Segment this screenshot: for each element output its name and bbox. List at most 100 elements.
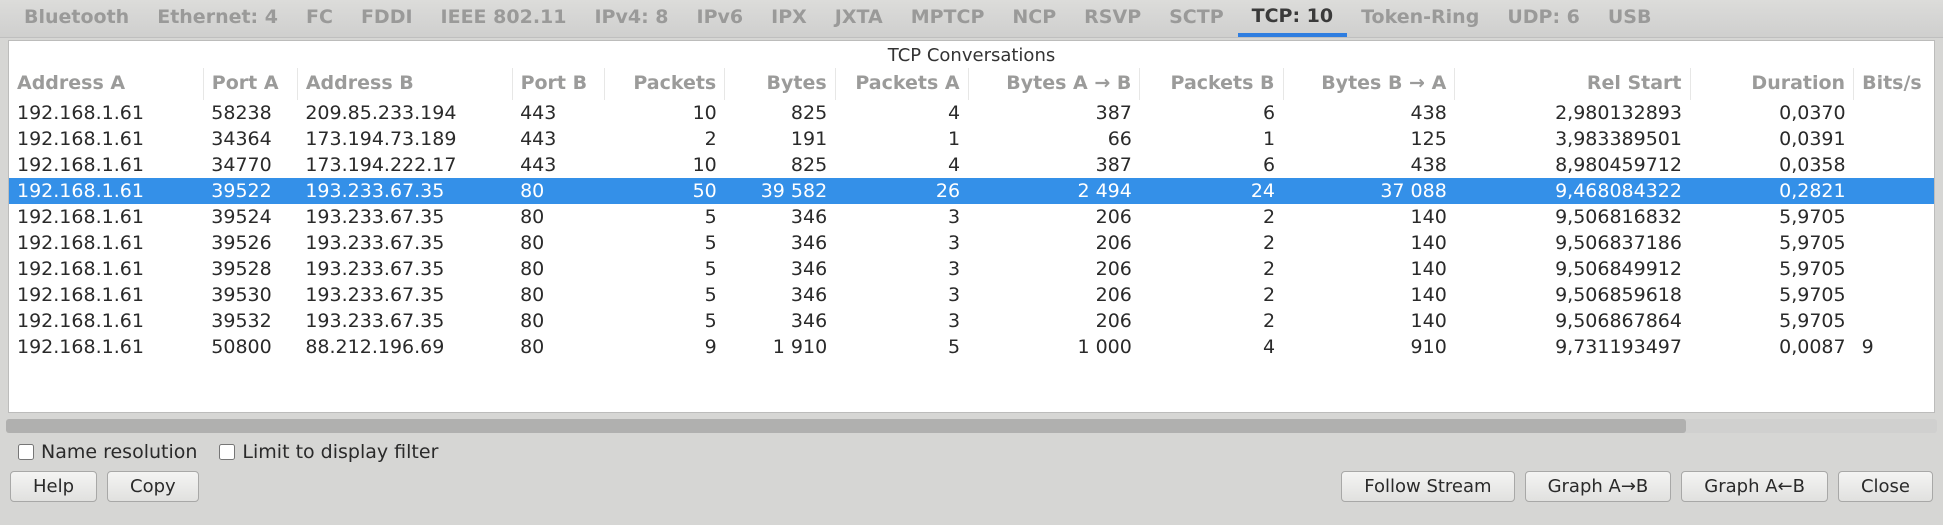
horizontal-scrollbar[interactable] — [6, 419, 1937, 433]
tab-bluetooth[interactable]: Bluetooth — [10, 2, 143, 37]
col-rel_start[interactable]: Rel Start — [1455, 68, 1690, 100]
tab-udp-6[interactable]: UDP: 6 — [1493, 2, 1594, 37]
cell-bytes: 346 — [725, 230, 835, 256]
cell-bytes: 346 — [725, 282, 835, 308]
col-bytes[interactable]: Bytes — [725, 68, 835, 100]
cell-bits — [1854, 204, 1934, 230]
tab-ethernet-4[interactable]: Ethernet: 4 — [143, 2, 292, 37]
tab-sctp[interactable]: SCTP — [1155, 2, 1238, 37]
cell-bytes: 346 — [725, 204, 835, 230]
tab-ipv6[interactable]: IPv6 — [683, 2, 758, 37]
col-duration[interactable]: Duration — [1690, 68, 1854, 100]
table-row[interactable]: 192.168.1.6134364173.194.73.189443219116… — [9, 126, 1934, 152]
cell-port_a: 39528 — [203, 256, 297, 282]
cell-addr_a: 192.168.1.61 — [9, 178, 203, 204]
tab-ncp[interactable]: NCP — [998, 2, 1070, 37]
graph-ba-button[interactable]: Graph A←B — [1681, 471, 1828, 502]
cell-packets: 10 — [604, 100, 725, 126]
name-resolution-label: Name resolution — [41, 441, 197, 463]
name-resolution-checkbox[interactable] — [18, 444, 34, 460]
col-addr_b[interactable]: Address B — [297, 68, 512, 100]
tab-ipv4-8[interactable]: IPv4: 8 — [580, 2, 682, 37]
cell-packets: 5 — [604, 282, 725, 308]
table-row[interactable]: 192.168.1.6139522193.233.67.35805039 582… — [9, 178, 1934, 204]
cell-addr_b: 173.194.73.189 — [297, 126, 512, 152]
cell-addr_b: 193.233.67.35 — [297, 178, 512, 204]
cell-bytes_ab: 206 — [968, 230, 1140, 256]
cell-duration: 0,0391 — [1690, 126, 1854, 152]
cell-bytes_ab: 2 494 — [968, 178, 1140, 204]
limit-filter-option[interactable]: Limit to display filter — [215, 441, 438, 463]
tab-jxta[interactable]: JXTA — [821, 2, 897, 37]
cell-addr_a: 192.168.1.61 — [9, 334, 203, 360]
tab-fc[interactable]: FC — [292, 2, 347, 37]
col-bytes_ab[interactable]: Bytes A → B — [968, 68, 1140, 100]
tab-ieee-802-11[interactable]: IEEE 802.11 — [427, 2, 581, 37]
cell-port_a: 58238 — [203, 100, 297, 126]
col-bits[interactable]: Bits/s — [1854, 68, 1934, 100]
cell-pkts_b: 4 — [1140, 334, 1283, 360]
col-packets[interactable]: Packets — [604, 68, 725, 100]
cell-addr_a: 192.168.1.61 — [9, 256, 203, 282]
cell-port_a: 39524 — [203, 204, 297, 230]
cell-addr_b: 193.233.67.35 — [297, 256, 512, 282]
graph-ab-button[interactable]: Graph A→B — [1525, 471, 1672, 502]
conversations-window: BluetoothEthernet: 4FCFDDIIEEE 802.11IPv… — [0, 0, 1943, 510]
table-row[interactable]: 192.168.1.6158238209.85.233.194443108254… — [9, 100, 1934, 126]
cell-duration: 0,0370 — [1690, 100, 1854, 126]
cell-port_b: 80 — [512, 178, 604, 204]
col-bytes_ba[interactable]: Bytes B → A — [1283, 68, 1455, 100]
table-header-row[interactable]: Address APort AAddress BPort BPacketsByt… — [9, 68, 1934, 100]
cell-rel_start: 9,506867864 — [1455, 308, 1690, 334]
cell-duration: 5,9705 — [1690, 308, 1854, 334]
col-addr_a[interactable]: Address A — [9, 68, 203, 100]
tab-tcp-10[interactable]: TCP: 10 — [1238, 1, 1347, 37]
table-row[interactable]: 192.168.1.6139530193.233.67.358053463206… — [9, 282, 1934, 308]
button-bar: Help Copy Follow Stream Graph A→B Graph … — [0, 469, 1943, 510]
cell-port_b: 80 — [512, 308, 604, 334]
table-row[interactable]: 192.168.1.6134770173.194.222.17443108254… — [9, 152, 1934, 178]
cell-port_a: 50800 — [203, 334, 297, 360]
cell-bits — [1854, 308, 1934, 334]
table-row[interactable]: 192.168.1.6139528193.233.67.358053463206… — [9, 256, 1934, 282]
table-row[interactable]: 192.168.1.6139532193.233.67.358053463206… — [9, 308, 1934, 334]
col-port_a[interactable]: Port A — [203, 68, 297, 100]
limit-filter-checkbox[interactable] — [219, 444, 235, 460]
cell-packets: 10 — [604, 152, 725, 178]
tab-fddi[interactable]: FDDI — [347, 2, 427, 37]
cell-packets: 9 — [604, 334, 725, 360]
scrollbar-thumb[interactable] — [6, 419, 1686, 433]
cell-addr_a: 192.168.1.61 — [9, 282, 203, 308]
tab-mptcp[interactable]: MPTCP — [897, 2, 999, 37]
tab-ipx[interactable]: IPX — [757, 2, 821, 37]
conversations-panel: TCP Conversations Address APort AAddress… — [8, 40, 1935, 413]
cell-port_b: 80 — [512, 204, 604, 230]
conversations-table[interactable]: Address APort AAddress BPort BPacketsByt… — [9, 68, 1934, 360]
cell-pkts_b: 2 — [1140, 204, 1283, 230]
table-row[interactable]: 192.168.1.6139524193.233.67.358053463206… — [9, 204, 1934, 230]
cell-port_b: 80 — [512, 256, 604, 282]
copy-button[interactable]: Copy — [107, 471, 199, 502]
help-button[interactable]: Help — [10, 471, 97, 502]
cell-bytes_ab: 387 — [968, 100, 1140, 126]
cell-port_a: 39522 — [203, 178, 297, 204]
cell-addr_b: 193.233.67.35 — [297, 230, 512, 256]
tab-usb[interactable]: USB — [1594, 2, 1666, 37]
cell-bytes_ba: 140 — [1283, 308, 1455, 334]
col-port_b[interactable]: Port B — [512, 68, 604, 100]
tab-rsvp[interactable]: RSVP — [1070, 2, 1155, 37]
col-pkts_a[interactable]: Packets A — [835, 68, 968, 100]
table-row[interactable]: 192.168.1.6139526193.233.67.358053463206… — [9, 230, 1934, 256]
follow-stream-button[interactable]: Follow Stream — [1341, 471, 1514, 502]
cell-bits — [1854, 152, 1934, 178]
cell-pkts_b: 2 — [1140, 308, 1283, 334]
cell-packets: 5 — [604, 308, 725, 334]
cell-bytes: 39 582 — [725, 178, 835, 204]
name-resolution-option[interactable]: Name resolution — [14, 441, 197, 463]
table-row[interactable]: 192.168.1.615080088.212.196.698091 91051… — [9, 334, 1934, 360]
close-button[interactable]: Close — [1838, 471, 1933, 502]
panel-title: TCP Conversations — [9, 41, 1934, 68]
tab-token-ring[interactable]: Token-Ring — [1347, 2, 1493, 37]
limit-filter-label: Limit to display filter — [242, 441, 438, 463]
col-pkts_b[interactable]: Packets B — [1140, 68, 1283, 100]
